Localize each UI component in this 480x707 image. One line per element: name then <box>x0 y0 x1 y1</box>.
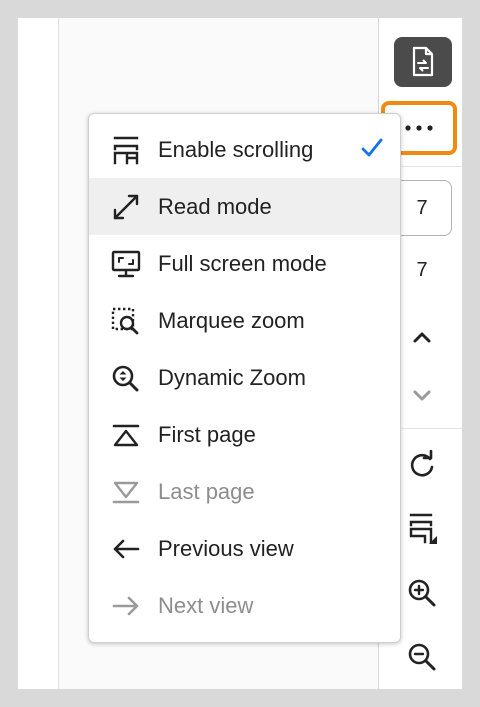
menu-item-read-mode[interactable]: Read mode <box>89 178 400 235</box>
arrow-right-icon <box>110 591 142 621</box>
menu-item-previous-view[interactable]: Previous view <box>89 520 400 577</box>
menu-item-last-page[interactable]: Last page <box>89 463 400 520</box>
zoom-out-button[interactable] <box>392 632 452 682</box>
first-page-icon <box>110 420 142 450</box>
scroll-mode-icon <box>409 513 437 544</box>
page-edge-divider <box>58 18 59 689</box>
rotate-clockwise-icon <box>410 450 434 477</box>
menu-item-label: Read mode <box>158 194 272 219</box>
previous-page-button[interactable] <box>392 314 452 360</box>
page-total: 7 <box>416 258 428 281</box>
menu-item-full-screen-mode[interactable]: Full screen mode <box>89 235 400 292</box>
document-tools-button[interactable] <box>394 37 452 87</box>
zoom-in-icon <box>408 579 436 607</box>
more-dots-icon <box>405 125 433 131</box>
arrow-left-icon <box>110 534 142 564</box>
more-options-menu: Enable scrolling Read mode Full screen m… <box>88 113 401 643</box>
menu-item-label: First page <box>158 422 256 447</box>
zoom-out-icon <box>408 643 436 671</box>
menu-item-label: Full screen mode <box>158 251 327 276</box>
full-screen-icon <box>110 249 142 279</box>
page-number-input[interactable]: 7 <box>392 180 452 236</box>
viewer-frame: 7 7 Enable scrolling Read mode Full scre… <box>18 18 462 689</box>
document-page <box>18 18 58 689</box>
chevron-up-icon <box>413 332 431 343</box>
menu-item-label: Next view <box>158 593 254 618</box>
next-page-button[interactable] <box>392 372 452 418</box>
read-mode-expand-icon <box>110 192 142 222</box>
scrolling-mode-button[interactable] <box>392 502 452 556</box>
menu-item-label: Enable scrolling <box>158 137 314 162</box>
zoom-in-button[interactable] <box>392 568 452 618</box>
menu-item-label: Marquee zoom <box>158 308 305 333</box>
marquee-zoom-icon <box>110 306 142 336</box>
enable-scrolling-icon <box>110 135 142 165</box>
menu-item-label: Dynamic Zoom <box>158 365 306 390</box>
menu-item-label: Last page <box>158 479 255 504</box>
menu-item-enable-scrolling[interactable]: Enable scrolling <box>89 121 400 178</box>
menu-item-next-view[interactable]: Next view <box>89 577 400 634</box>
rotate-button[interactable] <box>392 440 452 490</box>
dynamic-zoom-icon <box>110 363 142 393</box>
checkmark-icon <box>361 135 383 166</box>
document-swap-icon <box>412 46 434 77</box>
menu-item-dynamic-zoom[interactable]: Dynamic Zoom <box>89 349 400 406</box>
menu-item-first-page[interactable]: First page <box>89 406 400 463</box>
menu-item-marquee-zoom[interactable]: Marquee zoom <box>89 292 400 349</box>
chevron-down-icon <box>413 390 431 401</box>
menu-item-label: Previous view <box>158 536 294 561</box>
last-page-icon <box>110 477 142 507</box>
